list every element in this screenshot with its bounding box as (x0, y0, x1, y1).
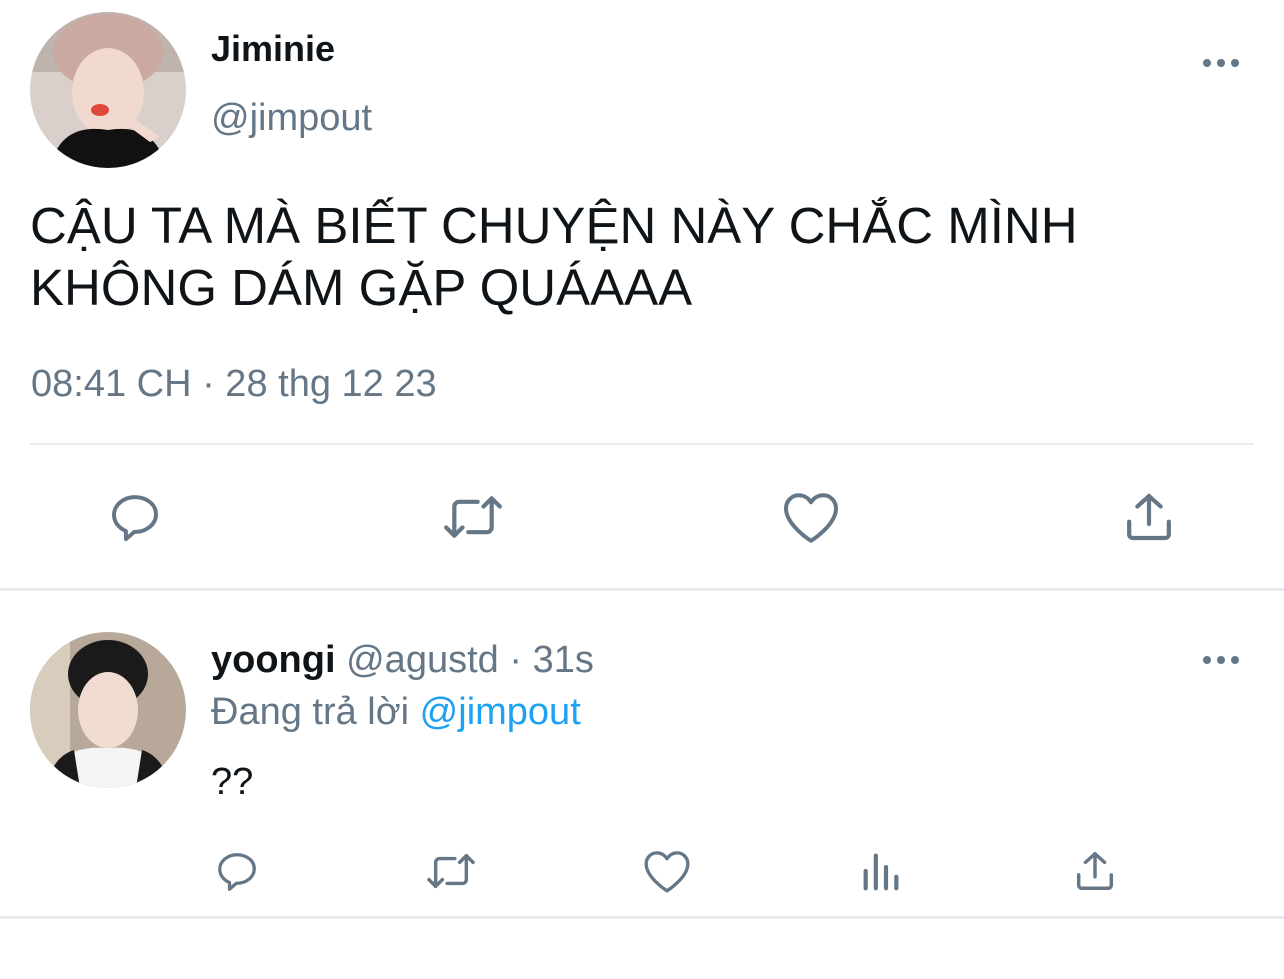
main-reply-icon[interactable] (100, 484, 170, 550)
reply-header: yoongi @agustd · 31s (211, 638, 594, 682)
reply-display-name[interactable]: yoongi (211, 639, 336, 681)
replying-prefix: Đang trả lời (211, 691, 410, 733)
main-tweet-text-line2: KHÔNG DÁM GẶP QUÁAAA (30, 259, 693, 316)
reply-like-icon[interactable] (638, 844, 696, 898)
main-retweet-icon[interactable] (436, 484, 510, 550)
replying-to-line: Đang trả lời @jimpout (211, 690, 581, 734)
main-timestamp[interactable]: 08:41 CH · 28 thg 12 23 (31, 362, 437, 406)
reply-share-icon[interactable] (1066, 844, 1124, 898)
divider (30, 443, 1254, 445)
replying-to-link[interactable]: @jimpout (420, 691, 581, 733)
reply-analytics-icon[interactable] (852, 844, 910, 898)
main-tweet-text-line1: CẬU TA MÀ BIẾT CHUYỆN NÀY CHẮC MÌNH (30, 197, 1078, 254)
reply-time[interactable]: 31s (533, 639, 594, 681)
reply-handle[interactable]: @agustd (346, 639, 499, 681)
divider (0, 916, 1284, 919)
avatar-yoongi[interactable] (30, 632, 186, 788)
reply-retweet-icon[interactable] (420, 844, 482, 898)
divider (0, 588, 1284, 591)
main-handle[interactable]: @jimpout (211, 96, 372, 140)
reply-more-options-icon[interactable] (1203, 656, 1239, 664)
main-share-icon[interactable] (1114, 484, 1184, 550)
reply-separator: · (509, 639, 522, 681)
reply-tweet-text: ?? (211, 761, 254, 803)
main-display-name[interactable]: Jiminie (211, 28, 335, 70)
main-like-icon[interactable] (776, 484, 846, 550)
avatar-jiminie[interactable] (30, 12, 186, 168)
reply-reply-icon[interactable] (208, 844, 266, 898)
main-more-options-icon[interactable] (1203, 59, 1239, 67)
